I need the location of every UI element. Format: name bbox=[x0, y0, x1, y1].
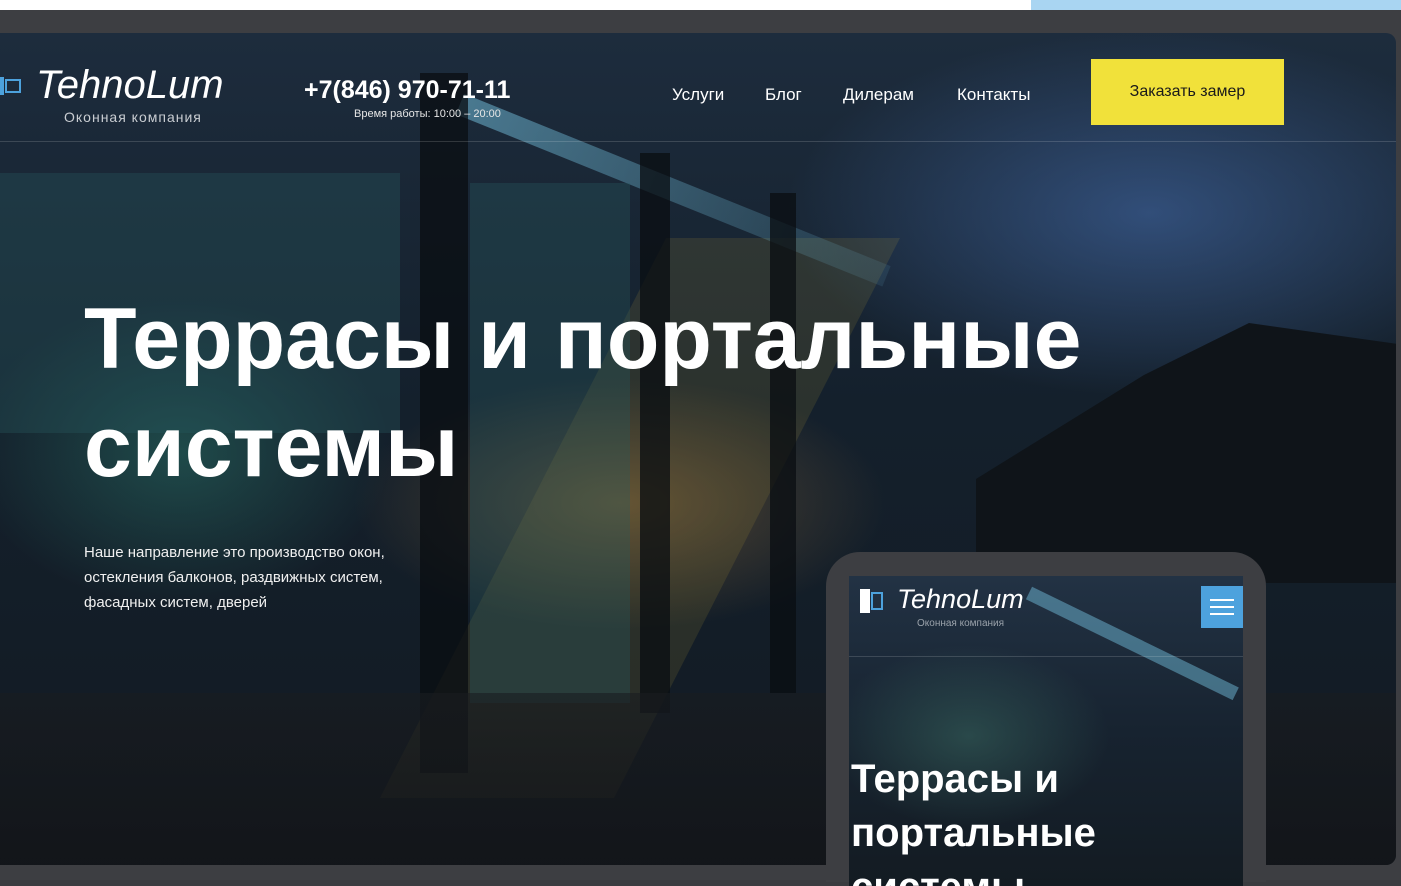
mobile-header-divider bbox=[849, 656, 1243, 657]
phone-number[interactable]: +7(846) 970-71-11 bbox=[304, 76, 510, 105]
nav-item-dealers[interactable]: Дилерам bbox=[843, 85, 914, 105]
mobile-hero-title-line-2: портальные bbox=[851, 811, 1096, 855]
mobile-hero-title-line-1: Террасы и bbox=[851, 757, 1059, 801]
logo-icon bbox=[860, 589, 883, 613]
hero-description: Наше направление это производство окон, … bbox=[84, 544, 385, 611]
order-measurement-button[interactable]: Заказать замер bbox=[1091, 59, 1284, 125]
mobile-menu-button[interactable] bbox=[1201, 586, 1243, 628]
working-hours: Время работы: 10:00 – 20:00 bbox=[354, 108, 501, 120]
mobile-logo-subtitle: Оконная компания bbox=[917, 618, 1005, 629]
hero-title-line-1: Террасы и портальные bbox=[84, 291, 1082, 387]
mobile-hero-title-line-3: системы bbox=[851, 860, 1243, 886]
logo-subtitle: Оконная компания bbox=[64, 109, 202, 125]
mobile-logo-text[interactable]: TehnoLum bbox=[897, 584, 1024, 615]
logo-text: TehnoLum bbox=[36, 63, 224, 107]
hamburger-menu-icon bbox=[1210, 599, 1234, 601]
nav-item-contacts[interactable]: Контакты bbox=[957, 85, 1030, 105]
hamburger-menu-icon bbox=[1210, 613, 1234, 615]
mobile-screen: TehnoLum Оконная компания Террасы и порт… bbox=[849, 576, 1243, 886]
mobile-hero-title: Террасы и портальные системы bbox=[851, 752, 1243, 886]
site-header: TehnoLum Оконная компания +7(846) 970-71… bbox=[0, 33, 1396, 142]
hero-title-line-2: системы bbox=[84, 399, 459, 495]
hamburger-menu-icon bbox=[1210, 606, 1234, 608]
hero-title: Террасы и портальные системы bbox=[84, 285, 1184, 501]
logo-icon bbox=[0, 77, 21, 95]
nav-item-blog[interactable]: Блог bbox=[765, 85, 802, 105]
nav-item-services[interactable]: Услуги bbox=[672, 85, 724, 105]
mobile-device-frame: TehnoLum Оконная компания Террасы и порт… bbox=[826, 552, 1266, 886]
site-logo[interactable]: TehnoLum Оконная компания bbox=[0, 63, 260, 133]
